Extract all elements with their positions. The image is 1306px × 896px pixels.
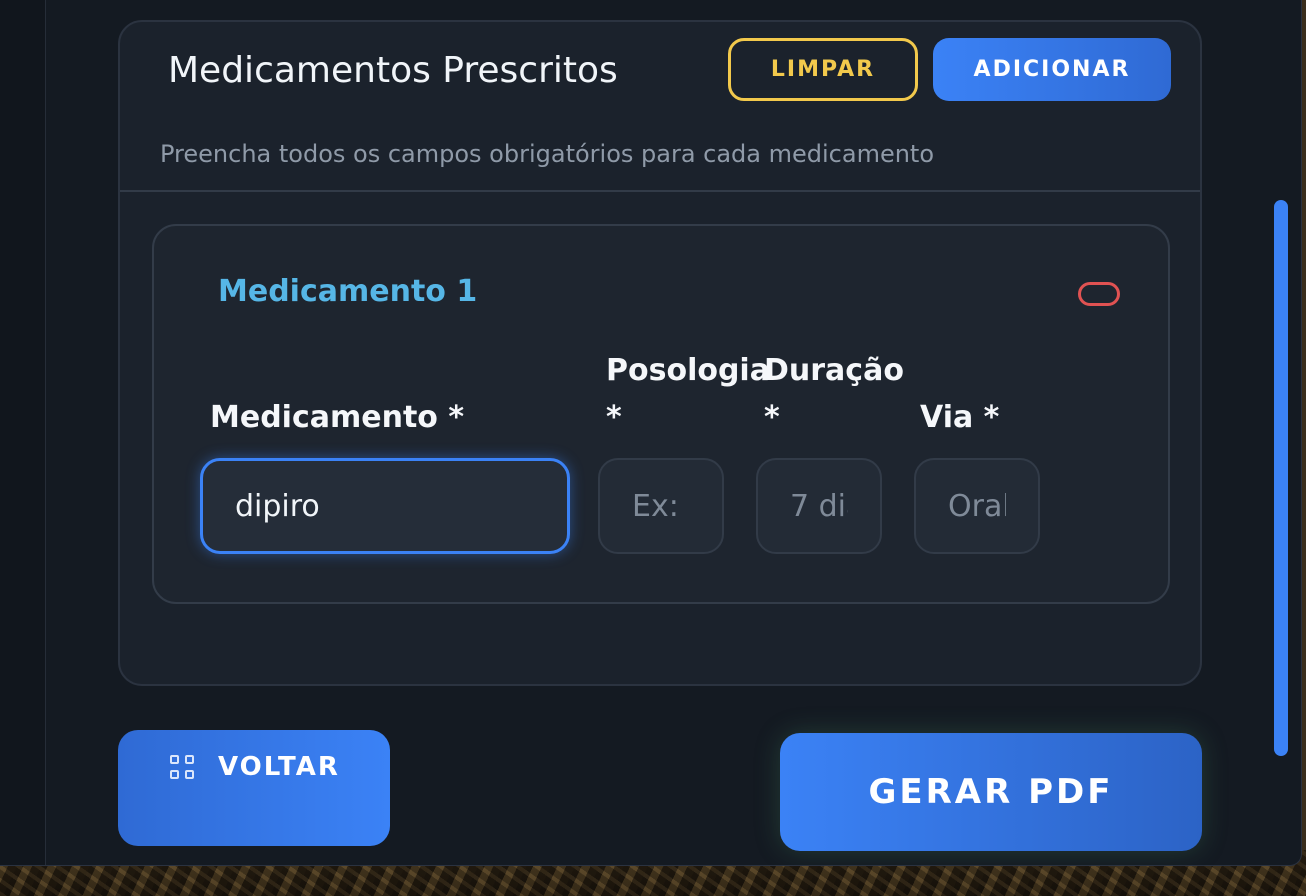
app-window: Medicamentos Prescritos LIMPAR ADICIONAR… (0, 0, 1302, 866)
scrollbar[interactable] (1272, 200, 1288, 756)
panel-divider (120, 190, 1200, 192)
medicamento-label: Medicamento * (210, 400, 465, 435)
posologia-label: Posologia * (606, 353, 770, 435)
panel-subtitle: Preencha todos os campos obrigatórios pa… (160, 140, 935, 168)
grid-icon (170, 755, 194, 779)
duracao-label: Duração * (764, 353, 904, 435)
prescribed-medications-panel: Medicamentos Prescritos LIMPAR ADICIONAR… (118, 20, 1202, 686)
left-gutter (0, 0, 46, 865)
medicamento-input[interactable] (200, 458, 570, 554)
panel-title: Medicamentos Prescritos (168, 50, 618, 91)
back-button-content: VOLTAR (170, 752, 340, 782)
back-button-label: VOLTAR (218, 752, 340, 782)
clear-button[interactable]: LIMPAR (728, 38, 918, 101)
medication-entry-title: Medicamento 1 (218, 274, 478, 309)
posologia-input[interactable] (598, 458, 724, 554)
via-input[interactable] (914, 458, 1040, 554)
add-medication-button[interactable]: ADICIONAR (933, 38, 1171, 101)
generate-pdf-button[interactable]: GERAR PDF (780, 733, 1202, 851)
via-label: Via * (920, 400, 1000, 435)
duracao-input[interactable] (756, 458, 882, 554)
back-button[interactable]: VOLTAR (118, 730, 390, 846)
scrollbar-thumb[interactable] (1274, 200, 1288, 756)
remove-medication-icon[interactable] (1078, 282, 1120, 306)
medication-entry-card: Medicamento 1 Medicamento * Posologia * … (152, 224, 1170, 604)
